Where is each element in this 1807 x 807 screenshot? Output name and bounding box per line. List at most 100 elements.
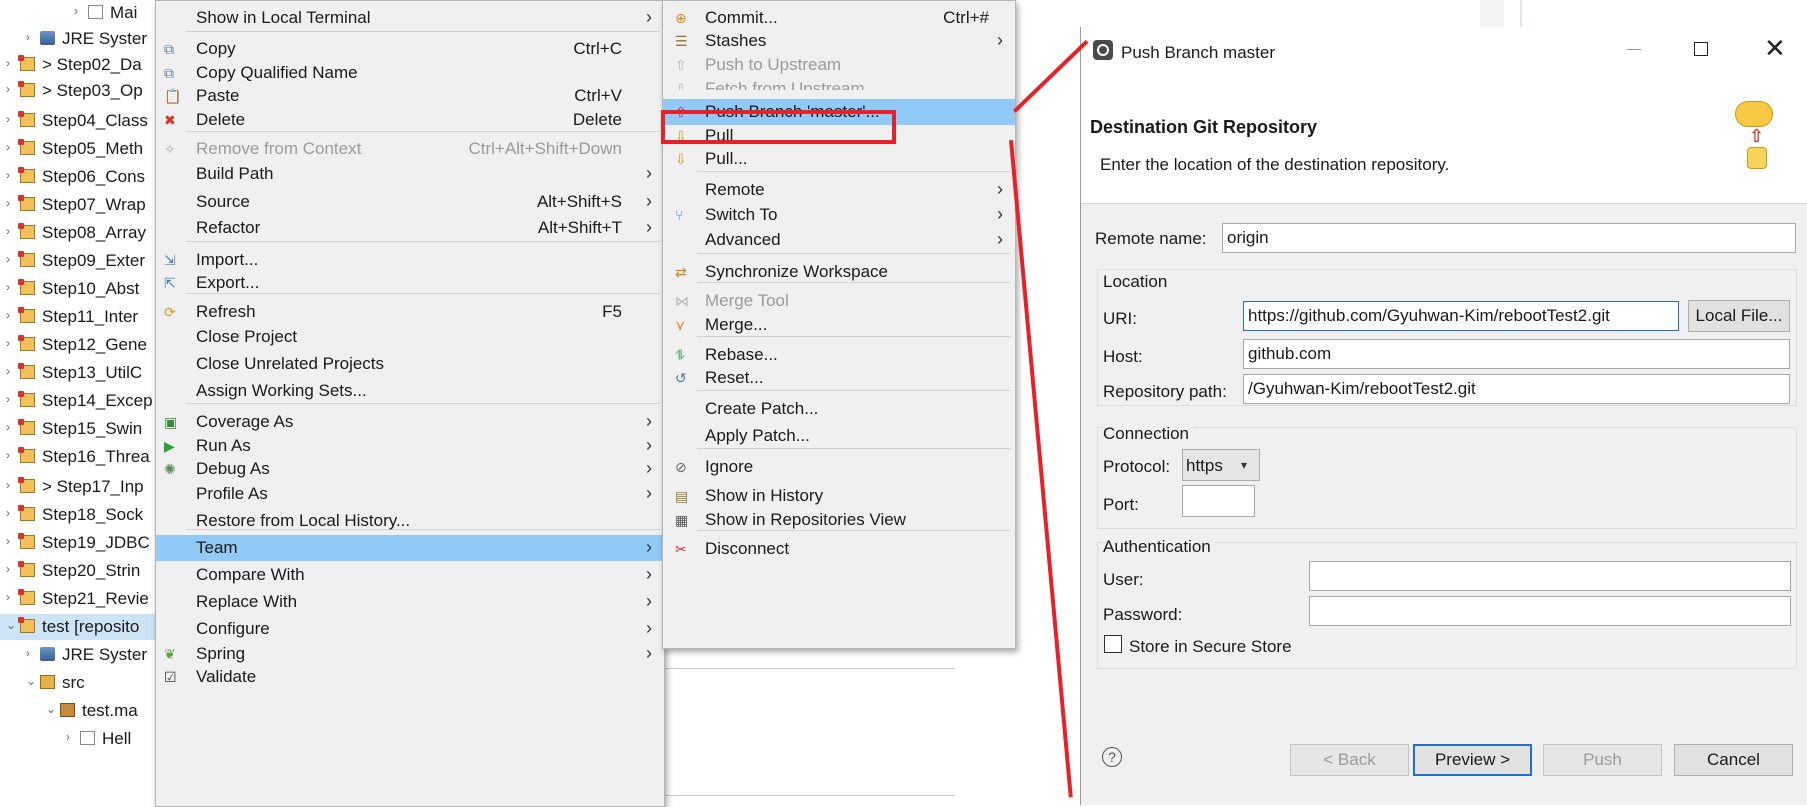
uri-input[interactable]	[1243, 301, 1679, 331]
context-menu-item[interactable]: Profile As ›	[156, 481, 664, 507]
back-button[interactable]: < Back	[1290, 744, 1409, 776]
context-menu-item[interactable]: Configure ›	[156, 616, 664, 642]
team-menu-item[interactable]: ↺ Reset...	[663, 365, 1015, 391]
team-menu-item[interactable]: Create Patch...	[663, 396, 1015, 422]
expand-arrow-icon[interactable]: ›	[6, 82, 10, 96]
team-menu-item[interactable]: ▤ Show in History	[663, 483, 1015, 509]
context-menu-item[interactable]: Show in Local Terminal ›	[156, 5, 664, 31]
push-button[interactable]: Push	[1543, 744, 1662, 776]
preview-button[interactable]: Preview >	[1413, 744, 1532, 776]
team-menu-item[interactable]: ⑂ Switch To ›	[663, 202, 1015, 228]
context-menu-item[interactable]: Refactor Alt+Shift+T ›	[156, 215, 664, 241]
store-secure-checkbox[interactable]	[1104, 635, 1122, 653]
tree-item[interactable]: › > Step02_Da	[0, 52, 160, 78]
team-menu-item[interactable]: ⇩ Pull...	[663, 146, 1015, 172]
remote-name-input[interactable]	[1222, 223, 1796, 253]
team-menu-item[interactable]: Apply Patch...	[663, 423, 1015, 449]
context-menu-item[interactable]: Source Alt+Shift+S ›	[156, 189, 664, 215]
tree-item[interactable]: › Step09_Exter	[0, 248, 160, 274]
tree-item[interactable]: › Step21_Revie	[0, 586, 160, 612]
team-menu-item[interactable]: ⇩ Fetch from Upstream	[663, 76, 1015, 90]
expand-arrow-icon[interactable]: ›	[66, 730, 70, 744]
context-menu-item[interactable]: 📋 Paste Ctrl+V	[156, 83, 664, 109]
expand-arrow-icon[interactable]: ›	[6, 196, 10, 210]
expand-arrow-icon[interactable]: ›	[6, 534, 10, 548]
context-menu-item[interactable]: ✖ Delete Delete	[156, 107, 664, 133]
tree-item[interactable]: › Step20_Strin	[0, 558, 160, 584]
tree-item[interactable]: › Step11_Inter	[0, 304, 160, 330]
collapse-arrow-icon[interactable]: ⌄	[26, 674, 36, 688]
context-menu-item[interactable]: ▣ Coverage As ›	[156, 409, 664, 435]
tree-item[interactable]: › > Step17_Inp	[0, 474, 160, 500]
maximize-icon[interactable]	[1694, 42, 1708, 56]
tree-item[interactable]: › Step07_Wrap	[0, 192, 160, 218]
context-menu-item[interactable]: ⇱ Export...	[156, 270, 664, 296]
tree-item[interactable]: › Hell	[0, 726, 160, 752]
context-menu-item[interactable]: Build Path ›	[156, 161, 664, 187]
team-menu-item[interactable]: ▦ Show in Repositories View	[663, 507, 1015, 533]
tree-item[interactable]: › Mai	[0, 0, 160, 26]
tree-item[interactable]: ⌄ test.ma	[0, 698, 160, 724]
context-menu-item[interactable]: Compare With ›	[156, 562, 664, 588]
expand-arrow-icon[interactable]: ›	[6, 478, 10, 492]
context-menu-item[interactable]: Team ›	[156, 535, 664, 561]
expand-arrow-icon[interactable]: ›	[6, 448, 10, 462]
tree-item[interactable]: › Step10_Abst	[0, 276, 160, 302]
password-input[interactable]	[1309, 596, 1791, 626]
expand-arrow-icon[interactable]: ›	[6, 280, 10, 294]
expand-arrow-icon[interactable]: ›	[6, 168, 10, 182]
tree-item[interactable]: › Step15_Swin	[0, 416, 160, 442]
tree-item[interactable]: › JRE Syster	[0, 26, 160, 52]
team-menu-item[interactable]: ⊘ Ignore	[663, 454, 1015, 480]
context-menu-item[interactable]: ☑ Validate	[156, 664, 664, 690]
team-menu-item[interactable]: ⋈ Merge Tool	[663, 288, 1015, 314]
expand-arrow-icon[interactable]: ›	[6, 590, 10, 604]
collapse-arrow-icon[interactable]: ⌄	[6, 618, 16, 632]
tree-item[interactable]: ⌄ src	[0, 670, 160, 696]
tree-item[interactable]: › Step13_UtilC	[0, 360, 160, 386]
context-menu-item[interactable]: Restore from Local History...	[156, 508, 664, 534]
expand-arrow-icon[interactable]: ›	[6, 364, 10, 378]
tree-item[interactable]: › Step08_Array	[0, 220, 160, 246]
context-menu-item[interactable]: Close Project	[156, 324, 664, 350]
tree-item[interactable]: › Step18_Sock	[0, 502, 160, 528]
protocol-select[interactable]: https ▾	[1182, 449, 1260, 481]
context-menu-item[interactable]: ⧉ Copy Ctrl+C	[156, 36, 664, 62]
team-menu-item[interactable]: ☰ Stashes ›	[663, 28, 1015, 54]
expand-arrow-icon[interactable]: ›	[6, 392, 10, 406]
cancel-button[interactable]: Cancel	[1674, 744, 1793, 776]
tree-item[interactable]: › Step16_Threa	[0, 444, 160, 470]
tree-item[interactable]: › Step04_Class	[0, 108, 160, 134]
minimize-icon[interactable]	[1627, 49, 1641, 50]
team-menu-item[interactable]: Advanced ›	[663, 227, 1015, 253]
context-menu-item[interactable]: ✺ Debug As ›	[156, 456, 664, 482]
expand-arrow-icon[interactable]: ›	[6, 112, 10, 126]
tree-item[interactable]: › Step06_Cons	[0, 164, 160, 190]
expand-arrow-icon[interactable]: ›	[6, 224, 10, 238]
expand-arrow-icon[interactable]: ›	[6, 336, 10, 350]
local-file-button[interactable]: Local File...	[1688, 300, 1790, 332]
context-menu-item[interactable]: Close Unrelated Projects	[156, 351, 664, 377]
expand-arrow-icon[interactable]: ›	[74, 4, 78, 18]
close-icon[interactable]: ✕	[1764, 35, 1786, 61]
tree-item[interactable]: › Step14_Excep	[0, 388, 160, 414]
tree-item[interactable]: › Step19_JDBC	[0, 530, 160, 556]
context-menu-item[interactable]: ✧ Remove from Context Ctrl+Alt+Shift+Down	[156, 136, 664, 162]
expand-arrow-icon[interactable]: ›	[6, 252, 10, 266]
context-menu-item[interactable]: Replace With ›	[156, 589, 664, 615]
context-menu-item[interactable]: ⟳ Refresh F5	[156, 299, 664, 325]
help-icon[interactable]: ?	[1102, 747, 1122, 767]
expand-arrow-icon[interactable]: ›	[6, 140, 10, 154]
collapse-arrow-icon[interactable]: ⌄	[46, 702, 56, 716]
expand-arrow-icon[interactable]: ›	[6, 562, 10, 576]
repository-path-input[interactable]	[1243, 374, 1790, 404]
expand-arrow-icon[interactable]: ›	[26, 646, 30, 660]
tree-item[interactable]: › Step12_Gene	[0, 332, 160, 358]
team-menu-item[interactable]: Remote ›	[663, 177, 1015, 203]
user-input[interactable]	[1309, 561, 1791, 591]
team-menu-item[interactable]: ⋎ Merge...	[663, 312, 1015, 338]
expand-arrow-icon[interactable]: ›	[6, 420, 10, 434]
expand-arrow-icon[interactable]: ›	[6, 308, 10, 322]
port-input[interactable]	[1182, 485, 1255, 517]
expand-arrow-icon[interactable]: ›	[6, 506, 10, 520]
